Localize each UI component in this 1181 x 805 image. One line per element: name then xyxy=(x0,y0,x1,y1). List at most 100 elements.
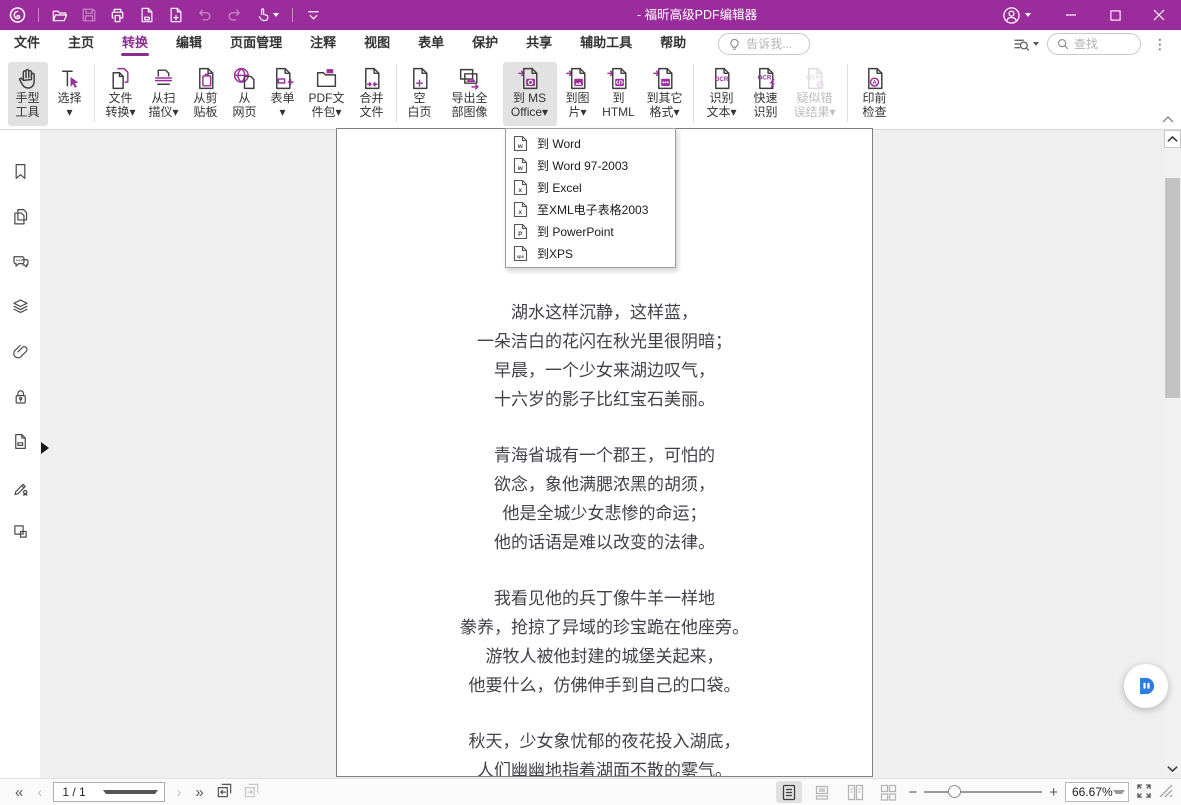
tab-转换[interactable]: 转换 xyxy=(108,30,162,58)
sidebar-panel-bookmark[interactable] xyxy=(11,162,30,181)
page-number-dropdown[interactable]: 1 / 1 xyxy=(53,782,165,802)
close-button[interactable] xyxy=(1137,0,1181,30)
ribbon-button-pdf-package[interactable]: PDF文件包▾ xyxy=(304,62,350,126)
ribbon-button-hand-tool[interactable]: 手型工具 xyxy=(8,62,48,126)
single-page-view-button[interactable] xyxy=(776,781,802,803)
ribbon-button-from-scanner[interactable]: 从扫描仪▾ xyxy=(144,62,184,126)
tab-文件[interactable]: 文件 xyxy=(0,30,54,58)
poem-line: 欲念，象他满腮浓黑的胡须， xyxy=(337,470,872,499)
ribbon-button-from-web[interactable]: 从网页 xyxy=(228,62,262,126)
redo-icon[interactable] xyxy=(225,7,242,24)
tab-视图[interactable]: 视图 xyxy=(350,30,404,58)
sidebar-panel-comments[interactable] xyxy=(11,252,30,271)
dropdown-item-to-excel[interactable]: x到 Excel xyxy=(506,176,675,198)
dropdown-item-label: 到 Word 97-2003 xyxy=(537,157,628,174)
ribbon-button-form[interactable]: 表单▾ xyxy=(265,62,301,126)
dropdown-item-to-powerpoint[interactable]: P到 PowerPoint xyxy=(506,220,675,242)
tab-主页[interactable]: 主页 xyxy=(54,30,108,58)
ai-assistant-button[interactable] xyxy=(1124,664,1168,708)
ribbon-button-to-image[interactable]: 到图片▾ xyxy=(560,62,596,126)
ribbon-button-quick-ocr[interactable]: OCR快速识别 xyxy=(747,62,785,126)
facing-view-button[interactable] xyxy=(842,781,868,803)
sidebar-panel-signature[interactable] xyxy=(11,477,30,496)
ribbon-button-export-images[interactable]: 导出全部图像 xyxy=(440,62,500,126)
ribbon-button-preflight[interactable]: A印前检查 xyxy=(854,62,896,126)
tab-保护[interactable]: 保护 xyxy=(458,30,512,58)
save-icon[interactable] xyxy=(80,7,97,24)
continuous-view-button[interactable] xyxy=(809,781,835,803)
touch-mode-icon[interactable] xyxy=(254,7,280,24)
suspect-ocr-icon: OCR xyxy=(802,65,828,91)
advanced-search-button[interactable] xyxy=(1013,37,1039,52)
open-folder-icon[interactable] xyxy=(51,7,68,24)
panel-expand-handle[interactable] xyxy=(41,442,49,454)
ribbon-group-separator xyxy=(94,64,95,122)
ribbon-button-merge-files[interactable]: 合并文件 xyxy=(353,62,391,126)
ribbon-button-to-html[interactable]: 到HTML xyxy=(599,62,639,126)
tab-编辑[interactable]: 编辑 xyxy=(162,30,216,58)
dropdown-item-to-xps[interactable]: xps到XPS xyxy=(506,242,675,264)
dropdown-item-to-xml-spreadsheet-2003[interactable]: x至XML电子表格2003 xyxy=(506,198,675,220)
more-options-button[interactable]: ⋮ xyxy=(1149,36,1171,53)
tab-帮助[interactable]: 帮助 xyxy=(646,30,700,58)
poem-line: 他是全城少女悲惨的命运； xyxy=(337,499,872,528)
ribbon-button-label: 到图 xyxy=(565,91,589,105)
sidebar-panel-attachment[interactable] xyxy=(11,342,30,361)
ribbon-button-to-other[interactable]: 到其它格式▾ xyxy=(642,62,688,126)
sidebar-panel-pages[interactable] xyxy=(11,207,30,226)
ribbon-button-label: 识别 xyxy=(753,105,777,119)
continuous-facing-view-button[interactable] xyxy=(875,781,901,803)
fit-screen-button[interactable] xyxy=(1136,783,1152,802)
ribbon-button-file-convert[interactable]: 文件转换▾ xyxy=(101,62,141,126)
account-button[interactable] xyxy=(1002,6,1031,25)
maximize-button[interactable] xyxy=(1093,0,1137,30)
ribbon-button-select-tool[interactable]: 选择▾ xyxy=(51,62,89,126)
zoom-out-button[interactable]: − xyxy=(908,784,917,801)
previous-page-button[interactable]: ‹ xyxy=(30,784,49,801)
tab-注释[interactable]: 注释 xyxy=(296,30,350,58)
dropdown-item-to-word[interactable]: w到 Word xyxy=(506,132,675,154)
minimize-button[interactable] xyxy=(1049,0,1093,30)
foxit-logo-icon[interactable] xyxy=(9,7,26,24)
ribbon-button-label: 合并 xyxy=(359,91,383,105)
next-page-button[interactable]: › xyxy=(169,784,188,801)
resize-grip[interactable] xyxy=(1159,784,1173,801)
find-input[interactable] xyxy=(1074,37,1124,51)
scroll-up-button[interactable] xyxy=(1164,130,1181,148)
previous-view-button[interactable] xyxy=(216,782,233,802)
sidebar-panel-article[interactable] xyxy=(11,522,30,541)
print-icon[interactable] xyxy=(109,7,126,24)
ribbon-button-label: Office▾ xyxy=(511,105,548,119)
dropdown-item-to-word-97-2003[interactable]: w到 Word 97-2003 xyxy=(506,154,675,176)
ribbon-button-ocr-text[interactable]: OCR识别文本▾ xyxy=(700,62,744,126)
sidebar-panel-layers[interactable] xyxy=(11,297,30,316)
customize-toolbar-icon[interactable] xyxy=(305,7,322,24)
tab-表单[interactable]: 表单 xyxy=(404,30,458,58)
first-page-button[interactable]: « xyxy=(8,784,30,801)
tell-me-input[interactable] xyxy=(746,37,800,51)
tab-共享[interactable]: 共享 xyxy=(512,30,566,58)
ribbon-button-to-ms-office[interactable]: 到 MSOffice▾ xyxy=(503,62,557,126)
collapse-ribbon-icon[interactable] xyxy=(1161,111,1175,129)
comments-icon xyxy=(11,252,30,271)
sidebar-panel-security[interactable] xyxy=(11,387,30,406)
zoom-slider[interactable] xyxy=(924,782,1042,802)
find-box[interactable] xyxy=(1047,33,1141,55)
sidebar-panel-destination[interactable] xyxy=(11,432,30,451)
last-page-button[interactable]: » xyxy=(188,784,210,801)
export-page-icon[interactable] xyxy=(138,7,155,24)
undo-icon[interactable] xyxy=(196,7,213,24)
zoom-level-dropdown[interactable]: 66.67% xyxy=(1065,782,1129,802)
zoom-in-button[interactable]: + xyxy=(1049,784,1058,801)
ribbon-button-blank-page[interactable]: 空白页 xyxy=(403,62,437,126)
scroll-down-button[interactable] xyxy=(1164,760,1181,778)
zoom-slider-thumb[interactable] xyxy=(948,785,961,798)
next-view-button[interactable] xyxy=(243,782,260,802)
add-page-icon[interactable] xyxy=(167,7,184,24)
scrollbar-thumb[interactable] xyxy=(1165,178,1180,398)
tell-me-search[interactable] xyxy=(718,33,810,55)
tab-辅助工具[interactable]: 辅助工具 xyxy=(566,30,646,58)
dropdown-item-label: 至XML电子表格2003 xyxy=(537,201,648,218)
tab-页面管理[interactable]: 页面管理 xyxy=(216,30,296,58)
ribbon-button-from-clipboard[interactable]: 从剪贴板 xyxy=(187,62,225,126)
